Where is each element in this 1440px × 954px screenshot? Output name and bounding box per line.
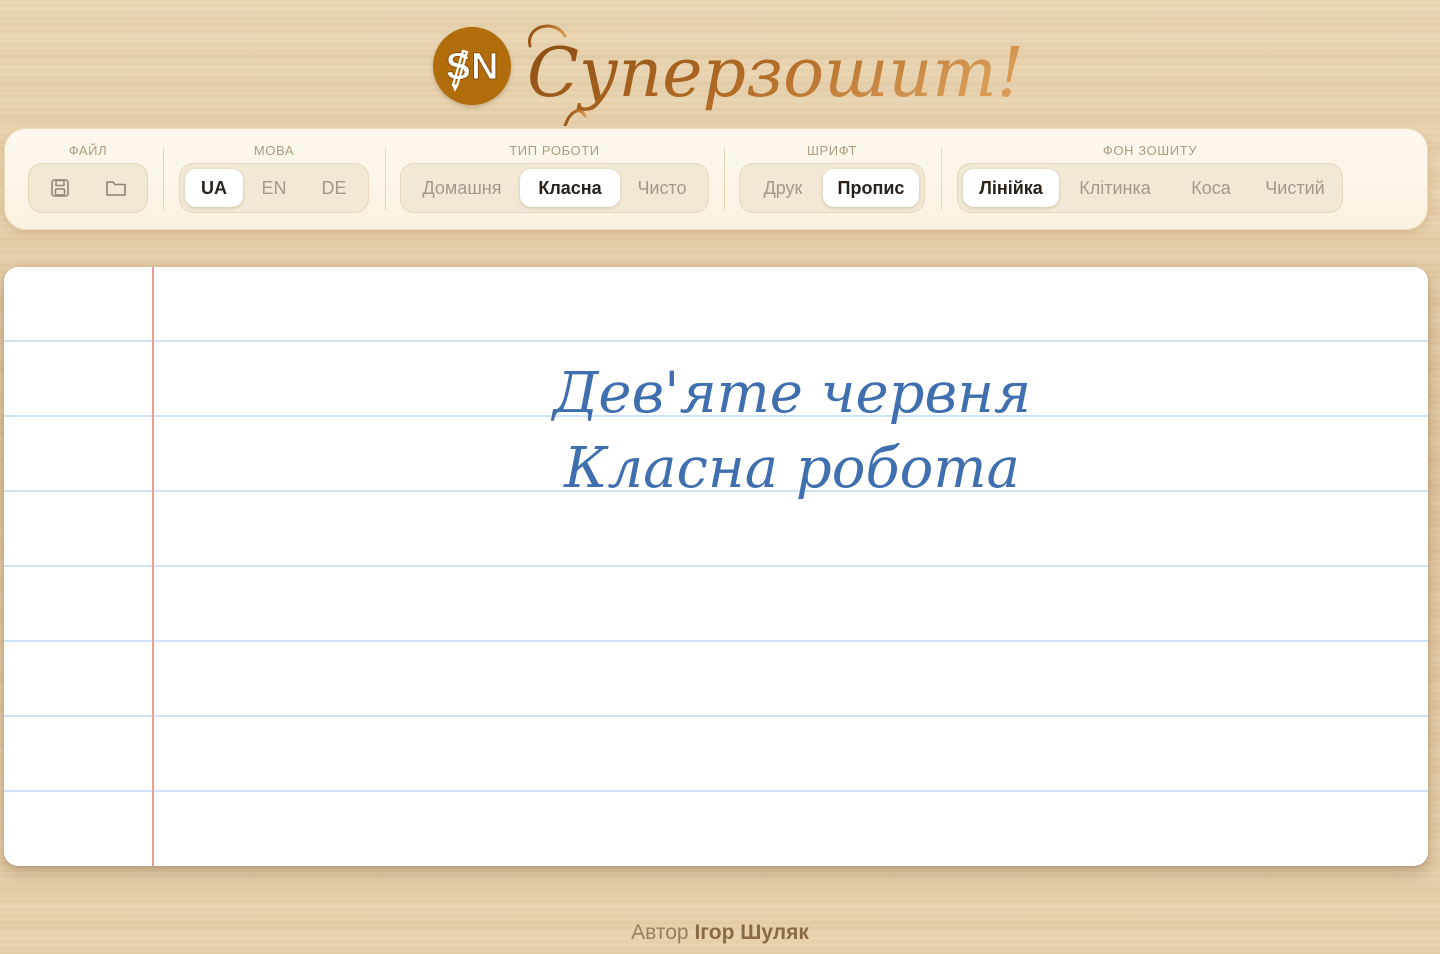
footer: Автор Ігор Шуляк <box>0 921 1440 945</box>
app-title: Суперзошит! <box>527 24 1024 126</box>
background-switch: Лінійка Клітинка Коса Чистий <box>957 163 1343 213</box>
app-header: SN Суперзошит! <box>0 12 1440 130</box>
open-button[interactable] <box>93 169 137 207</box>
notebook-line-work-type: Класна робота <box>563 436 1020 501</box>
background-option-slanted[interactable]: Коса <box>1171 169 1251 207</box>
font-switch: Друк Пропис <box>739 163 925 213</box>
font-group: ШРИФТ Друк Пропис <box>739 128 925 230</box>
background-group-title: ФОН ЗОШИТУ <box>1102 143 1198 158</box>
language-switch: UA EN DE <box>179 163 369 213</box>
separator <box>724 148 725 210</box>
work-type-group: ТИП РОБОТИ Домашня Класна Чисто <box>400 128 709 230</box>
save-button[interactable] <box>38 169 82 207</box>
language-group: МОВА UA EN DE <box>179 128 369 230</box>
notebook-page[interactable]: Дев'яте червня Класна робота <box>4 267 1428 866</box>
work-type-clean[interactable]: Чисто <box>622 169 702 207</box>
file-group: ФАЙЛ <box>28 128 148 230</box>
app-title-text: Суперзошит! <box>527 34 1024 113</box>
font-option-cursive[interactable]: Пропис <box>823 169 919 207</box>
background-option-grid[interactable]: Клітинка <box>1061 169 1169 207</box>
background-option-lined[interactable]: Лінійка <box>963 169 1059 207</box>
background-option-blank[interactable]: Чистий <box>1253 169 1337 207</box>
author-link[interactable]: Ігор Шуляк <box>694 921 808 944</box>
file-buttons <box>28 163 148 213</box>
separator <box>941 148 942 210</box>
separator <box>163 148 164 210</box>
work-type-class[interactable]: Класна <box>520 169 620 207</box>
lang-option-de[interactable]: DE <box>305 169 363 207</box>
background-group: ФОН ЗОШИТУ Лінійка Клітинка Коса Чистий <box>957 128 1343 230</box>
file-group-title: ФАЙЛ <box>68 143 108 158</box>
logo-badge: SN <box>433 27 511 105</box>
lang-option-ua[interactable]: UA <box>185 169 243 207</box>
toolbar: ФАЙЛ МОВА UA EN DE ТИП РОБОТИ Домашня Кл… <box>4 128 1428 230</box>
pencil-logo-icon: SN <box>445 46 499 92</box>
font-option-print[interactable]: Друк <box>745 169 821 207</box>
language-group-title: МОВА <box>253 143 295 158</box>
handwritten-text: Дев'яте червня Класна робота <box>550 361 1031 501</box>
lang-option-en[interactable]: EN <box>245 169 303 207</box>
work-type-group-title: ТИП РОБОТИ <box>509 143 600 158</box>
notebook-line-date: Дев'яте червня <box>550 361 1031 426</box>
work-type-home[interactable]: Домашня <box>406 169 518 207</box>
save-icon <box>51 179 69 197</box>
separator <box>385 148 386 210</box>
footer-prefix: Автор <box>631 921 689 944</box>
work-type-switch: Домашня Класна Чисто <box>400 163 709 213</box>
folder-icon <box>106 181 126 196</box>
font-group-title: ШРИФТ <box>806 143 858 158</box>
